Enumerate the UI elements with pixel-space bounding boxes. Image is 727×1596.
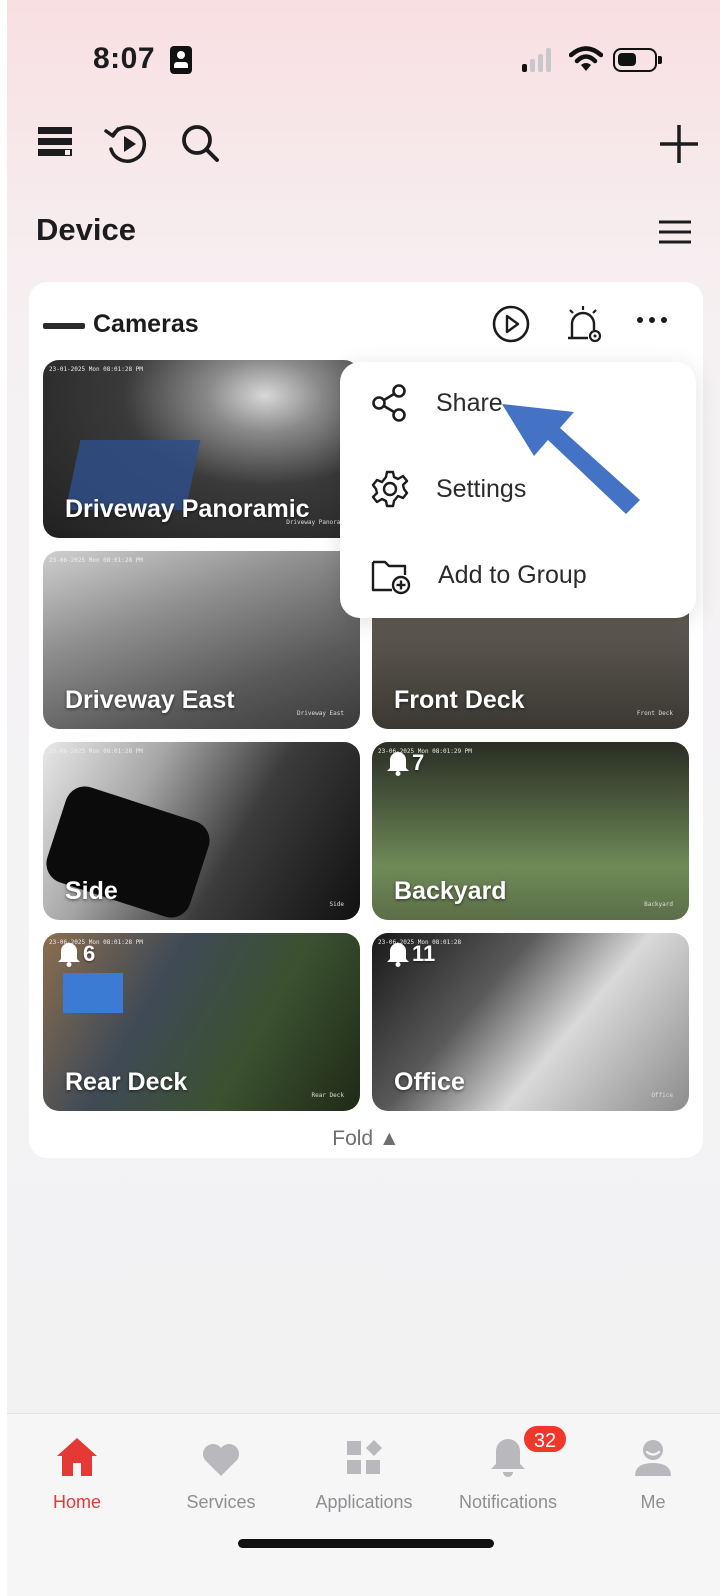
camera-name: Office: [394, 1068, 465, 1096]
alarm-settings-icon[interactable]: [564, 304, 604, 344]
alert-count: 6: [57, 941, 95, 967]
camera-watermark: Rear Deck: [311, 1092, 344, 1099]
add-icon[interactable]: [657, 122, 701, 166]
camera-name: Driveway Panoramic: [65, 495, 310, 523]
id-card-icon: [170, 46, 192, 74]
alert-count: 11: [386, 941, 435, 967]
section-title: Device: [36, 212, 136, 247]
tab-label: Me: [640, 1492, 666, 1512]
bottom-tab-bar: Home Services Applications 32 Notificati…: [7, 1413, 720, 1596]
device-list-icon[interactable]: [37, 124, 73, 160]
camera-timestamp: 23-06-2025 Mon 08:01:28 PM: [49, 748, 143, 755]
bell-icon: [387, 752, 409, 776]
battery-icon: [613, 48, 662, 72]
home-indicator: [238, 1539, 494, 1548]
fold-toggle[interactable]: Fold ▲: [29, 1127, 703, 1151]
home-icon: [57, 1438, 97, 1476]
playback-icon[interactable]: [103, 121, 153, 167]
menu-item-share[interactable]: Share: [370, 378, 503, 428]
tab-notifications[interactable]: 32 Notifications: [443, 1424, 573, 1513]
camera-name: Front Deck: [394, 686, 525, 714]
search-icon[interactable]: [179, 122, 223, 166]
alert-count: 7: [386, 750, 424, 776]
camera-timestamp: 23-06-2025 Mon 08:01:28 PM: [49, 557, 143, 564]
camera-watermark: Backyard: [644, 901, 673, 908]
menu-item-label: Add to Group: [438, 560, 587, 589]
camera-name: Rear Deck: [65, 1068, 188, 1096]
bell-icon: [387, 943, 409, 967]
camera-tile[interactable]: 23-06-2025 Mon 08:01:28 PM 6 Rear Deck R…: [43, 933, 360, 1111]
camera-tile[interactable]: 23-06-2025 Mon 08:01:29 PM 7 Backyard Ba…: [372, 742, 689, 920]
alert-count-value: 6: [83, 941, 96, 966]
wifi-icon: [569, 46, 603, 71]
camera-timestamp: 23-01-2025 Mon 08:01:28 PM: [49, 366, 143, 373]
camera-tile[interactable]: 23-06-2025 Mon 08:01:28 PM Side Side: [43, 742, 360, 920]
tab-label: Applications: [315, 1492, 413, 1512]
heart-icon: [203, 1444, 239, 1476]
tab-services[interactable]: Services: [156, 1428, 286, 1513]
camera-name: Backyard: [394, 877, 507, 905]
tab-home[interactable]: Home: [12, 1428, 142, 1513]
camera-watermark: Office: [651, 1092, 673, 1099]
camera-tile[interactable]: 23-06-2025 Mon 08:01:28 PM Driveway East…: [43, 551, 360, 729]
app-screen: 8:07 Device Cameras 23-01-2025 Mon 08:01…: [7, 0, 720, 1596]
tab-label: Notifications: [458, 1492, 558, 1512]
apps-icon: [347, 1440, 382, 1474]
camera-watermark: Driveway East: [297, 710, 344, 717]
tab-label: Services: [186, 1492, 256, 1512]
tab-label: Home: [52, 1492, 101, 1512]
camera-name: Side: [65, 877, 118, 905]
gear-icon: [371, 470, 409, 508]
bell-icon: [58, 943, 80, 967]
card-title: Cameras: [93, 310, 199, 338]
menu-item-label: Share: [436, 388, 503, 417]
tab-applications[interactable]: Applications: [299, 1428, 429, 1513]
tab-me[interactable]: Me: [588, 1428, 718, 1513]
camera-watermark: Side: [329, 901, 344, 908]
sort-menu-icon[interactable]: [657, 218, 693, 246]
alert-count-value: 11: [412, 941, 436, 966]
status-time: 8:07: [93, 42, 156, 75]
cellular-signal-icon: [522, 46, 551, 72]
more-options-icon[interactable]: [635, 314, 669, 326]
camera-tile[interactable]: 23-06-2025 Mon 08:01:28 11 Office Office: [372, 933, 689, 1111]
share-icon: [372, 384, 406, 422]
user-icon: [635, 1440, 671, 1476]
folder-add-icon: [371, 560, 411, 595]
device-indicator-bar: [43, 323, 85, 329]
notification-badge: 32: [522, 1424, 568, 1454]
camera-name: Driveway East: [65, 686, 235, 714]
camera-tile[interactable]: 23-01-2025 Mon 08:01:28 PM Driveway Pano…: [43, 360, 360, 538]
alert-count-value: 7: [412, 750, 425, 775]
camera-watermark: Front Deck: [636, 710, 673, 717]
play-all-icon[interactable]: [491, 304, 531, 344]
annotation-arrow: [502, 404, 640, 514]
menu-item-add-to-group[interactable]: Add to Group: [370, 550, 587, 600]
